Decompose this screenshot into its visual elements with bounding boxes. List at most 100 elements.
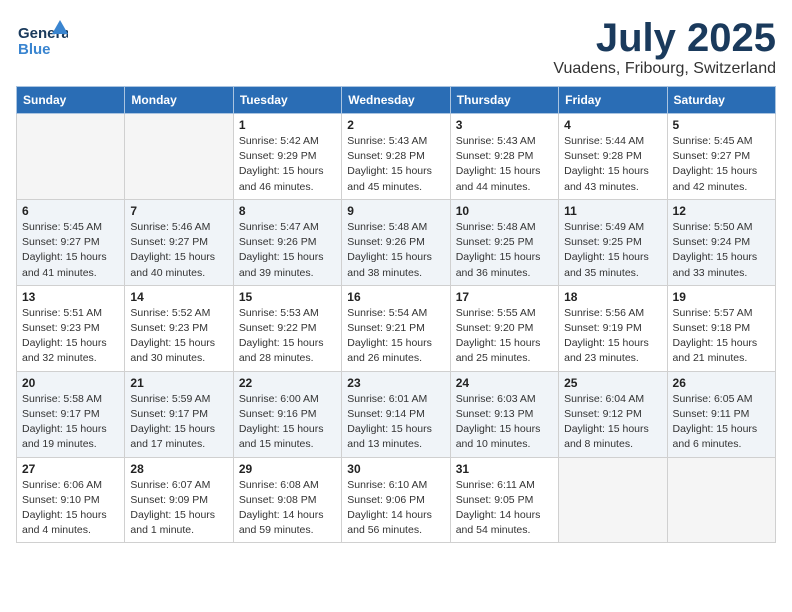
title-block: July 2025 Vuadens, Fribourg, Switzerland — [553, 16, 776, 78]
calendar-cell: 12 Sunrise: 5:50 AMSunset: 9:24 PMDayligh… — [667, 199, 775, 285]
day-number: 11 — [564, 204, 661, 218]
calendar-cell: 5 Sunrise: 5:45 AMSunset: 9:27 PMDaylight… — [667, 114, 775, 200]
day-number: 26 — [673, 376, 770, 390]
day-info: Sunrise: 6:11 AMSunset: 9:05 PMDaylight:… — [456, 478, 553, 539]
calendar-cell: 2Sunrise: 5:43 AMSunset: 9:28 PMDaylight… — [342, 114, 450, 200]
day-number: 13 — [22, 290, 119, 304]
calendar-week-row: 13Sunrise: 5:51 AMSunset: 9:23 PMDayligh… — [17, 285, 776, 371]
calendar-cell: 10 Sunrise: 5:48 AMSunset: 9:25 PMDayligh… — [450, 199, 558, 285]
day-number: 27 — [22, 462, 119, 476]
calendar-week-row: 6 Sunrise: 5:45 AMSunset: 9:27 PMDaylight… — [17, 199, 776, 285]
calendar-cell: 7 Sunrise: 5:46 AMSunset: 9:27 PMDaylight… — [125, 199, 233, 285]
day-info: Sunrise: 5:46 AMSunset: 9:27 PMDaylight:… — [130, 220, 227, 281]
calendar-week-row: 27Sunrise: 6:06 AMSunset: 9:10 PMDayligh… — [17, 457, 776, 543]
calendar-cell — [125, 114, 233, 200]
day-info: Sunrise: 5:42 AMSunset: 9:29 PMDaylight:… — [239, 134, 336, 195]
day-number: 20 — [22, 376, 119, 390]
calendar-week-row: 1Sunrise: 5:42 AMSunset: 9:29 PMDaylight… — [17, 114, 776, 200]
day-info: Sunrise: 5:45 AMSunset: 9:27 PMDaylight:… — [22, 220, 119, 281]
day-info: Sunrise: 5:48 AMSunset: 9:25 PMDaylight:… — [456, 220, 553, 281]
day-number: 28 — [130, 462, 227, 476]
day-info: Sunrise: 5:50 AMSunset: 9:24 PMDaylight:… — [673, 220, 770, 281]
day-number: 5 — [673, 118, 770, 132]
calendar-cell: 14 Sunrise: 5:52 AMSunset: 9:23 PMDayligh… — [125, 285, 233, 371]
day-number: 18 — [564, 290, 661, 304]
day-info: Sunrise: 5:59 AMSunset: 9:17 PMDaylight:… — [130, 392, 227, 453]
calendar-cell: 1Sunrise: 5:42 AMSunset: 9:29 PMDaylight… — [233, 114, 341, 200]
day-info: Sunrise: 5:54 AMSunset: 9:21 PMDaylight:… — [347, 306, 444, 367]
day-number: 12 — [673, 204, 770, 218]
calendar-cell: 31 Sunrise: 6:11 AMSunset: 9:05 PMDayligh… — [450, 457, 558, 543]
calendar-cell — [667, 457, 775, 543]
calendar-table: SundayMondayTuesdayWednesdayThursdayFrid… — [16, 86, 776, 543]
calendar-cell: 6 Sunrise: 5:45 AMSunset: 9:27 PMDaylight… — [17, 199, 125, 285]
day-number: 21 — [130, 376, 227, 390]
weekday-header: Friday — [559, 87, 667, 114]
day-number: 16 — [347, 290, 444, 304]
day-number: 2 — [347, 118, 444, 132]
day-info: Sunrise: 6:08 AMSunset: 9:08 PMDaylight:… — [239, 478, 336, 539]
calendar-cell: 21 Sunrise: 5:59 AMSunset: 9:17 PMDayligh… — [125, 371, 233, 457]
day-number: 22 — [239, 376, 336, 390]
calendar-cell: 28Sunrise: 6:07 AMSunset: 9:09 PMDayligh… — [125, 457, 233, 543]
weekday-header: Thursday — [450, 87, 558, 114]
day-number: 14 — [130, 290, 227, 304]
day-number: 4 — [564, 118, 661, 132]
calendar-cell: 30Sunrise: 6:10 AMSunset: 9:06 PMDayligh… — [342, 457, 450, 543]
day-number: 10 — [456, 204, 553, 218]
location-title: Vuadens, Fribourg, Switzerland — [553, 60, 776, 78]
weekday-header: Sunday — [17, 87, 125, 114]
day-info: Sunrise: 5:56 AMSunset: 9:19 PMDaylight:… — [564, 306, 661, 367]
day-info: Sunrise: 6:05 AMSunset: 9:11 PMDaylight:… — [673, 392, 770, 453]
day-info: Sunrise: 5:53 AMSunset: 9:22 PMDaylight:… — [239, 306, 336, 367]
calendar-cell: 16 Sunrise: 5:54 AMSunset: 9:21 PMDayligh… — [342, 285, 450, 371]
weekday-header: Monday — [125, 87, 233, 114]
day-info: Sunrise: 5:58 AMSunset: 9:17 PMDaylight:… — [22, 392, 119, 453]
calendar-cell — [17, 114, 125, 200]
calendar-cell: 19 Sunrise: 5:57 AMSunset: 9:18 PMDayligh… — [667, 285, 775, 371]
day-info: Sunrise: 5:52 AMSunset: 9:23 PMDaylight:… — [130, 306, 227, 367]
day-info: Sunrise: 5:48 AMSunset: 9:26 PMDaylight:… — [347, 220, 444, 281]
day-number: 9 — [347, 204, 444, 218]
logo: General Blue — [16, 16, 68, 64]
calendar-cell: 29Sunrise: 6:08 AMSunset: 9:08 PMDayligh… — [233, 457, 341, 543]
page-header: General Blue July 2025 Vuadens, Fribourg… — [16, 16, 776, 78]
day-number: 6 — [22, 204, 119, 218]
calendar-cell: 17Sunrise: 5:55 AMSunset: 9:20 PMDayligh… — [450, 285, 558, 371]
day-number: 19 — [673, 290, 770, 304]
day-number: 31 — [456, 462, 553, 476]
day-number: 24 — [456, 376, 553, 390]
weekday-header: Saturday — [667, 87, 775, 114]
day-info: Sunrise: 5:55 AMSunset: 9:20 PMDaylight:… — [456, 306, 553, 367]
day-info: Sunrise: 6:00 AMSunset: 9:16 PMDaylight:… — [239, 392, 336, 453]
day-info: Sunrise: 5:43 AMSunset: 9:28 PMDaylight:… — [456, 134, 553, 195]
day-info: Sunrise: 6:04 AMSunset: 9:12 PMDaylight:… — [564, 392, 661, 453]
calendar-cell: 26 Sunrise: 6:05 AMSunset: 9:11 PMDayligh… — [667, 371, 775, 457]
calendar-cell: 27Sunrise: 6:06 AMSunset: 9:10 PMDayligh… — [17, 457, 125, 543]
weekday-header-row: SundayMondayTuesdayWednesdayThursdayFrid… — [17, 87, 776, 114]
calendar-week-row: 20 Sunrise: 5:58 AMSunset: 9:17 PMDayligh… — [17, 371, 776, 457]
day-info: Sunrise: 5:57 AMSunset: 9:18 PMDaylight:… — [673, 306, 770, 367]
calendar-cell: 22 Sunrise: 6:00 AMSunset: 9:16 PMDayligh… — [233, 371, 341, 457]
day-info: Sunrise: 5:45 AMSunset: 9:27 PMDaylight:… — [673, 134, 770, 195]
day-number: 15 — [239, 290, 336, 304]
calendar-cell: 25 Sunrise: 6:04 AMSunset: 9:12 PMDayligh… — [559, 371, 667, 457]
day-number: 30 — [347, 462, 444, 476]
day-info: Sunrise: 6:03 AMSunset: 9:13 PMDaylight:… — [456, 392, 553, 453]
calendar-cell: 3Sunrise: 5:43 AMSunset: 9:28 PMDaylight… — [450, 114, 558, 200]
calendar-cell: 11Sunrise: 5:49 AMSunset: 9:25 PMDayligh… — [559, 199, 667, 285]
weekday-header: Tuesday — [233, 87, 341, 114]
svg-text:Blue: Blue — [18, 41, 51, 58]
month-title: July 2025 — [553, 16, 776, 60]
day-number: 8 — [239, 204, 336, 218]
day-number: 25 — [564, 376, 661, 390]
calendar-cell: 13Sunrise: 5:51 AMSunset: 9:23 PMDayligh… — [17, 285, 125, 371]
day-number: 7 — [130, 204, 227, 218]
calendar-cell: 18 Sunrise: 5:56 AMSunset: 9:19 PMDayligh… — [559, 285, 667, 371]
calendar-cell: 4Sunrise: 5:44 AMSunset: 9:28 PMDaylight… — [559, 114, 667, 200]
calendar-cell: 24 Sunrise: 6:03 AMSunset: 9:13 PMDayligh… — [450, 371, 558, 457]
calendar-cell — [559, 457, 667, 543]
day-info: Sunrise: 5:47 AMSunset: 9:26 PMDaylight:… — [239, 220, 336, 281]
day-info: Sunrise: 6:01 AMSunset: 9:14 PMDaylight:… — [347, 392, 444, 453]
logo-icon: General Blue — [16, 16, 68, 64]
